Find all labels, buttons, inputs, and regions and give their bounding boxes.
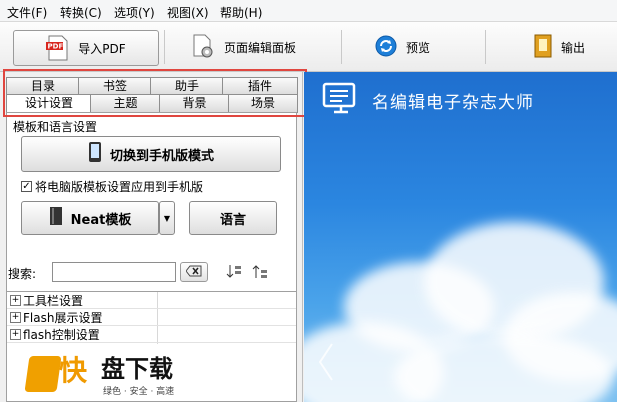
pdf-file-icon: PDF xyxy=(46,35,70,61)
search-input[interactable] xyxy=(52,262,176,282)
toolbar-separator xyxy=(485,30,486,64)
menu-bar: 文件(F) 转换(C) 选项(Y) 视图(X) 帮助(H) xyxy=(0,0,617,22)
menu-file[interactable]: 文件(F) xyxy=(7,4,47,21)
expand-all-icon[interactable] xyxy=(226,264,242,280)
preview-label: 预览 xyxy=(406,40,431,55)
logo-tagline: 绿色 · 安全 · 高速 xyxy=(103,387,175,397)
apply-pc-template-checkbox[interactable]: ✓ xyxy=(21,181,32,192)
section-title-template-language: 模板和语言设置 xyxy=(13,120,98,134)
svg-text:PDF: PDF xyxy=(48,43,64,51)
language-button[interactable]: 语言 xyxy=(189,201,277,235)
switch-mobile-mode-label: 切换到手机版模式 xyxy=(109,148,214,164)
brand-title: 名编辑电子杂志大师 xyxy=(372,93,534,113)
settings-panel: 目录 书签 助手 插件 设计设置 主题 背景 场景 模板和语言设置 切换到手机版… xyxy=(0,72,303,402)
preview-area: 名编辑电子杂志大师 xyxy=(304,72,617,402)
monitor-icon xyxy=(322,82,362,119)
expand-plus-icon: + xyxy=(10,329,21,340)
brand-header: 名编辑电子杂志大师 xyxy=(322,82,534,119)
chevron-down-icon: ▼ xyxy=(163,213,171,223)
neat-template-button[interactable]: Neat模板 xyxy=(21,201,159,235)
search-label: 搜索: xyxy=(8,267,37,281)
page-edit-panel-label: 页面编辑面板 xyxy=(224,40,297,55)
import-pdf-label: 导入PDF xyxy=(78,41,126,56)
toolbar-separator xyxy=(341,30,342,64)
tree-item-label: 工具栏设置 xyxy=(23,294,84,308)
expand-plus-icon: + xyxy=(10,295,21,306)
menu-options[interactable]: 选项(Y) xyxy=(114,4,155,21)
toolbar: PDF 导入PDF 页面编辑面板 预览 输出 xyxy=(0,22,617,72)
page-gear-icon xyxy=(190,33,216,62)
expand-plus-icon: + xyxy=(10,312,21,323)
menu-view[interactable]: 视图(X) xyxy=(167,4,209,21)
clear-icon xyxy=(185,265,202,280)
property-tree: + 工具栏设置 + Flash展示设置 + flash控制设置 快 盘下载 绿色… xyxy=(6,291,297,402)
preview-button[interactable]: 预览 xyxy=(374,30,430,64)
output-book-icon xyxy=(533,33,553,62)
menu-convert[interactable]: 转换(C) xyxy=(60,4,102,21)
apply-pc-template-label: 将电脑版模板设置应用到手机版 xyxy=(35,180,204,194)
tree-item-label: Flash展示设置 xyxy=(23,311,103,325)
tree-row[interactable]: + 工具栏设置 xyxy=(7,293,296,309)
import-pdf-button[interactable]: PDF 导入PDF xyxy=(13,30,159,66)
logo-text: 盘下载 xyxy=(101,355,173,383)
watermark-logo: 快 盘下载 绿色 · 安全 · 高速 xyxy=(24,354,207,398)
menu-help[interactable]: 帮助(H) xyxy=(220,4,262,21)
logo-main-char: 快 xyxy=(59,354,88,387)
collapse-all-icon[interactable] xyxy=(252,264,268,280)
toolbar-separator xyxy=(164,30,165,64)
page-prev-icon[interactable] xyxy=(318,342,334,382)
book-icon xyxy=(49,206,63,230)
switch-mobile-mode-button[interactable]: 切换到手机版模式 xyxy=(21,136,281,172)
neat-template-label: Neat模板 xyxy=(70,212,132,228)
language-label: 语言 xyxy=(219,212,246,228)
tree-item-label: flash控制设置 xyxy=(23,328,100,342)
output-label: 输出 xyxy=(561,40,586,55)
tree-row[interactable]: + Flash展示设置 xyxy=(7,310,296,326)
output-button[interactable]: 输出 xyxy=(533,30,585,64)
clear-search-button[interactable] xyxy=(180,262,208,282)
tree-row[interactable]: + flash控制设置 xyxy=(7,327,296,343)
logo-k-mark xyxy=(24,356,62,392)
template-dropdown-button[interactable]: ▼ xyxy=(159,201,175,235)
phone-icon xyxy=(88,141,102,167)
refresh-icon xyxy=(374,34,398,61)
highlight-frame xyxy=(3,69,307,117)
apply-pc-template-row: ✓ 将电脑版模板设置应用到手机版 xyxy=(21,178,203,195)
page-edit-panel-button[interactable]: 页面编辑面板 xyxy=(190,30,296,64)
design-settings-content: 模板和语言设置 切换到手机版模式 ✓ 将电脑版模板设置应用到手机版 Neat模板… xyxy=(6,112,297,312)
